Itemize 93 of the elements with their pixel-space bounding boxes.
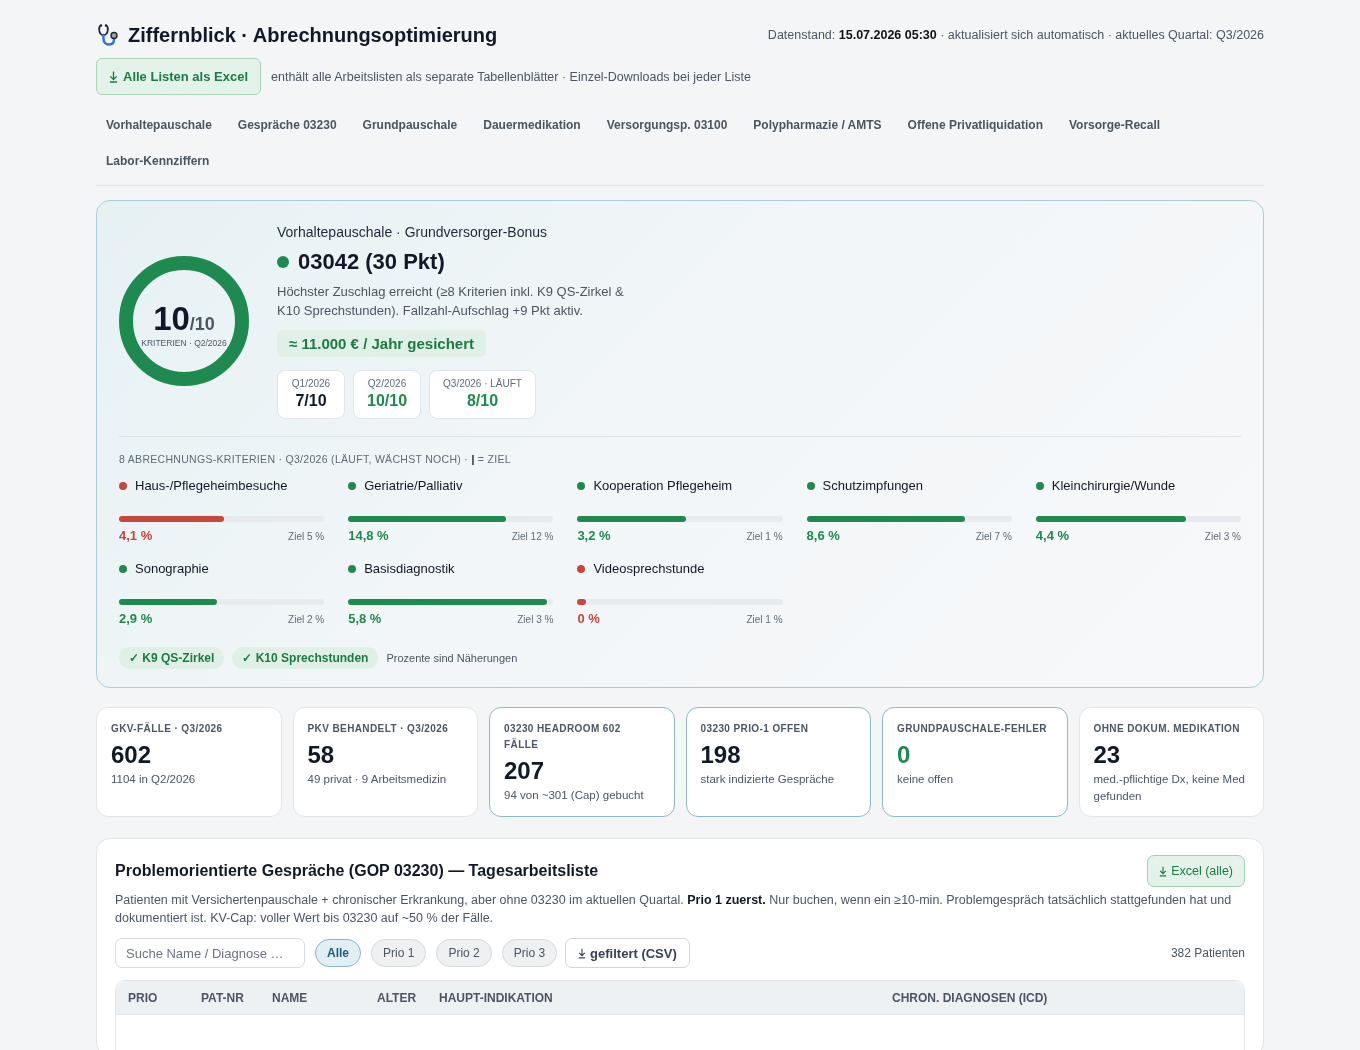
download-icon bbox=[1159, 865, 1168, 877]
criterion-target: Ziel 1 % bbox=[746, 531, 783, 542]
priority-filter-chip[interactable]: Prio 2 bbox=[436, 939, 492, 967]
criterion-value: 8,6 % bbox=[806, 528, 840, 544]
column-header: NAME bbox=[271, 990, 309, 1005]
criterion-target: Ziel 1 % bbox=[746, 614, 783, 625]
criterion-target: Ziel 3 % bbox=[517, 614, 554, 625]
criterion-name: Haus-/Pflegeheimbesuche bbox=[135, 477, 288, 495]
worklist-description: Patienten mit Versichertenpauschale + chronischer Erkrankung, aber ohne 03230 im aktuellen Quartal. Prio 1 zuerst. Nur buchen, wenn ein ≥10-min. Problemgespräch tatsächlich stattgefunden hat und dokumentiert ist. KV-Cap: voller Wert bis 03230 auf ~50 % der Fälle. bbox=[115, 892, 1233, 927]
stat-note: 1104 in Q2/2026 bbox=[111, 772, 196, 787]
download-icon bbox=[109, 70, 118, 83]
criterion-name: Basisdiagnostik bbox=[364, 560, 455, 578]
criterion-target: Ziel 3 % bbox=[1204, 531, 1241, 542]
stat-value: 23 bbox=[1093, 741, 1121, 769]
quarter-score: 7/10 bbox=[295, 392, 327, 410]
stat-value: 58 bbox=[307, 741, 335, 769]
priority-filter-chip[interactable]: Prio 1 bbox=[371, 939, 427, 967]
stat-value: 207 bbox=[504, 757, 545, 785]
worklist-title: Problemorientierte Gespräche (GOP 03230) — Tagesarbeitsliste bbox=[115, 862, 599, 880]
nav-tab[interactable]: Polypharmazie / AMTS bbox=[743, 108, 892, 144]
criterion-value: 5,8 % bbox=[348, 611, 382, 627]
savings-badge: ≈ 11.000 € / Jahr gesichert bbox=[277, 330, 486, 357]
criterion-value: 4,4 % bbox=[1035, 528, 1070, 544]
criterion-target: Ziel 12 % bbox=[511, 531, 554, 542]
nav-tab[interactable]: Gespräche 03230 bbox=[227, 108, 347, 144]
criterion-value: 4,1 % bbox=[119, 528, 153, 544]
column-header: PAT-NR bbox=[200, 990, 245, 1005]
nav-tab[interactable]: Grundpauschale bbox=[352, 108, 468, 144]
criterion-value: 2,9 % bbox=[119, 611, 153, 627]
stat-label: PKV BEHANDELT · Q3/2026 bbox=[307, 722, 449, 736]
criterion-name: Kooperation Pflegeheim bbox=[593, 477, 733, 495]
score-label: KRITERIEN · Q2/2026 bbox=[141, 338, 227, 348]
fulfilled-chip: ✓ K9 QS-Zirkel bbox=[119, 647, 225, 669]
criterion-value: 14,8 % bbox=[348, 528, 389, 544]
column-header: ALTER bbox=[376, 990, 418, 1005]
excel-export-button[interactable]: Excel (alle) bbox=[1147, 855, 1245, 887]
quarter-score: 8/10 bbox=[466, 392, 499, 410]
approximation-note: Prozente sind Näherungen bbox=[386, 652, 518, 664]
criterion-name: Kleinchirurgie/Wunde bbox=[1051, 477, 1176, 495]
stat-note: keine offen bbox=[897, 772, 954, 787]
criterion-name: Geriatrie/Palliativ bbox=[364, 477, 463, 495]
bonus-description: Höchster Zuschlag erreicht (≥8 Kriterien inkl. K9 QS-Zirkel & K10 Sprechstunden). Fallzahl-Aufschlag +9 Pkt aktiv. bbox=[277, 283, 625, 320]
status-dot-icon bbox=[277, 256, 289, 268]
stat-value: 602 bbox=[111, 741, 152, 769]
download-icon bbox=[578, 947, 587, 959]
nav-tab[interactable]: Vorhaltepauschale bbox=[96, 108, 222, 144]
score-value: 10 bbox=[153, 302, 190, 336]
nav-tab[interactable]: Dauermedikation bbox=[473, 108, 591, 144]
stat-label: 03230 PRIO-1 OFFEN bbox=[700, 722, 809, 736]
column-header: HAUPT-INDIKATION bbox=[438, 990, 554, 1005]
stethoscope-icon bbox=[96, 23, 120, 47]
csv-export-button[interactable]: gefiltert (CSV) bbox=[565, 938, 690, 968]
nav-tab[interactable]: Offene Privatliquidation bbox=[897, 108, 1053, 144]
stat-label: OHNE DOKUM. MEDIKATION bbox=[1093, 722, 1240, 736]
quarter-label: Q2/2026 bbox=[367, 378, 407, 389]
patient-count: 382 Patienten bbox=[1170, 946, 1245, 960]
quarter-label: Q3/2026 · LÄUFT bbox=[443, 378, 522, 389]
search-field[interactable]: Suche Name / Diagnose … bbox=[115, 938, 305, 968]
criterion-name: Videosprechstunde bbox=[593, 560, 705, 578]
stat-note: 49 privat · 9 Arbeitsmedizin bbox=[307, 772, 447, 787]
criterion-name: Schutzimpfungen bbox=[822, 477, 924, 495]
column-header: CHRON. DIAGNOSEN (ICD) bbox=[891, 990, 1049, 1005]
quarter-score: 10/10 bbox=[367, 392, 408, 410]
data-status-text: Datenstand: 15.07.2026 05:30 · aktualisiert sich automatisch · aktuelles Quartal: Q3/2026 bbox=[767, 28, 1264, 42]
quarter-label: Q1/2026 bbox=[291, 378, 331, 389]
stat-value: 198 bbox=[700, 741, 741, 769]
criterion-value: 3,2 % bbox=[577, 528, 611, 544]
fulfilled-chip: ✓ K10 Sprechstunden bbox=[232, 647, 379, 669]
stat-value: 0 bbox=[897, 741, 911, 769]
criterion-value: 0 % bbox=[577, 611, 600, 627]
stat-label: GKV-FÄLLE · Q3/2026 bbox=[111, 721, 223, 736]
bonus-code: 03042 (30 Pkt) bbox=[298, 248, 445, 276]
export-note: enthält alle Arbeitslisten als separate Tabellenblätter · Einzel-Downloads bei jeder Liste bbox=[271, 69, 751, 84]
nav-tab[interactable]: Versorgungsp. 03100 bbox=[596, 108, 738, 144]
app-title: Ziffernblick · Abrechnungsoptimierung bbox=[128, 23, 498, 48]
criterion-name: Sonographie bbox=[135, 560, 209, 578]
column-header: PRIO bbox=[127, 990, 159, 1005]
nav-tab[interactable]: Labor-Kennziffern bbox=[96, 144, 220, 180]
export-all-excel-button[interactable]: Alle Listen als Excel bbox=[96, 58, 261, 95]
criteria-heading: 8 ABRECHNUNGS-KRITERIEN · Q3/2026 (LÄUFT, WÄCHST NOCH) · | = ZIEL bbox=[119, 452, 512, 466]
stat-note: 94 von ~301 (Cap) gebucht bbox=[504, 788, 644, 803]
priority-filter-chip[interactable]: Alle bbox=[315, 939, 361, 967]
stat-label: 03230 HEADROOM 602 FÄLLE bbox=[504, 722, 622, 752]
stat-note: stark indizierte Gespräche bbox=[700, 772, 835, 787]
criterion-target: Ziel 5 % bbox=[288, 531, 325, 542]
score-total: /10 bbox=[189, 314, 215, 335]
bonus-eyebrow: Vorhaltepauschale · Grundversorger-Bonus bbox=[277, 223, 548, 241]
nav-tab[interactable]: Vorsorge-Recall bbox=[1058, 108, 1171, 144]
criterion-target: Ziel 7 % bbox=[975, 531, 1012, 542]
criterion-target: Ziel 2 % bbox=[288, 614, 325, 625]
priority-filter-chip[interactable]: Prio 3 bbox=[501, 939, 558, 967]
stat-note: med.-pflichtige Dx, keine Med gefunden bbox=[1093, 772, 1246, 804]
stat-label: GRUNDPAUSCHALE-FEHLER bbox=[897, 722, 1047, 736]
